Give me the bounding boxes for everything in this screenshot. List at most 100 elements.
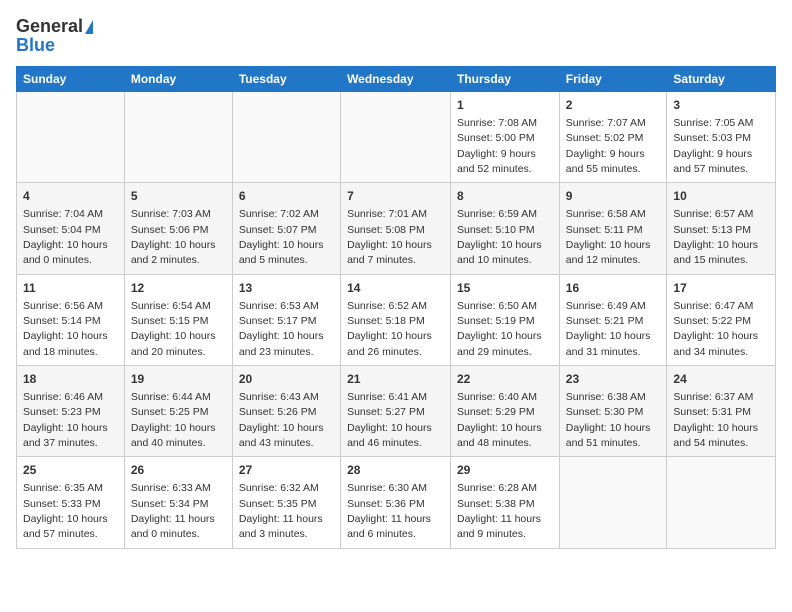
day-number: 10 xyxy=(673,188,769,205)
day-info: Sunrise: 6:43 AM Sunset: 5:26 PM Dayligh… xyxy=(239,391,324,449)
day-info: Sunrise: 6:28 AM Sunset: 5:38 PM Dayligh… xyxy=(457,482,541,540)
day-number: 19 xyxy=(131,371,226,388)
calendar-cell xyxy=(559,457,667,548)
calendar-cell: 16 Sunrise: 6:49 AM Sunset: 5:21 PM Dayli… xyxy=(559,274,667,365)
day-number: 21 xyxy=(347,371,444,388)
calendar-cell: 4 Sunrise: 7:04 AM Sunset: 5:04 PM Daylig… xyxy=(17,183,125,274)
calendar-cell: 12 Sunrise: 6:54 AM Sunset: 5:15 PM Dayli… xyxy=(124,274,232,365)
day-number: 22 xyxy=(457,371,553,388)
calendar-cell: 20 Sunrise: 6:43 AM Sunset: 5:26 PM Dayli… xyxy=(232,366,340,457)
calendar-cell: 7 Sunrise: 7:01 AM Sunset: 5:08 PM Daylig… xyxy=(341,183,451,274)
calendar-cell: 28Sunrise: 6:30 AM Sunset: 5:36 PM Dayli… xyxy=(341,457,451,548)
calendar-cell xyxy=(17,92,125,183)
calendar-cell: 21 Sunrise: 6:41 AM Sunset: 5:27 PM Dayli… xyxy=(341,366,451,457)
week-row-1: 1 Sunrise: 7:08 AM Sunset: 5:00 PM Daylig… xyxy=(17,92,776,183)
day-info: Sunrise: 7:02 AM Sunset: 5:07 PM Dayligh… xyxy=(239,208,324,266)
day-number: 11 xyxy=(23,280,118,297)
logo-blue-text: Blue xyxy=(16,35,55,56)
day-info: Sunrise: 7:01 AM Sunset: 5:08 PM Dayligh… xyxy=(347,208,432,266)
day-info: Sunrise: 6:44 AM Sunset: 5:25 PM Dayligh… xyxy=(131,391,216,449)
day-number: 17 xyxy=(673,280,769,297)
calendar-cell: 19 Sunrise: 6:44 AM Sunset: 5:25 PM Dayli… xyxy=(124,366,232,457)
calendar-cell: 29 Sunrise: 6:28 AM Sunset: 5:38 PM Dayli… xyxy=(451,457,560,548)
day-info: Sunrise: 6:30 AM Sunset: 5:36 PM Dayligh… xyxy=(347,482,431,540)
day-info: Sunrise: 6:35 AM Sunset: 5:33 PM Dayligh… xyxy=(23,482,108,540)
calendar-cell: 14 Sunrise: 6:52 AM Sunset: 5:18 PM Dayli… xyxy=(341,274,451,365)
day-info: Sunrise: 6:52 AM Sunset: 5:18 PM Dayligh… xyxy=(347,300,432,358)
day-number: 16 xyxy=(566,280,661,297)
calendar-cell xyxy=(232,92,340,183)
calendar-cell: 26Sunrise: 6:33 AM Sunset: 5:34 PM Dayli… xyxy=(124,457,232,548)
day-number: 20 xyxy=(239,371,334,388)
calendar-cell: 2 Sunrise: 7:07 AM Sunset: 5:02 PM Daylig… xyxy=(559,92,667,183)
header-day-saturday: Saturday xyxy=(667,67,776,92)
day-number: 29 xyxy=(457,462,553,479)
day-number: 13 xyxy=(239,280,334,297)
day-number: 14 xyxy=(347,280,444,297)
day-number: 25 xyxy=(23,462,118,479)
day-info: Sunrise: 6:53 AM Sunset: 5:17 PM Dayligh… xyxy=(239,300,324,358)
day-info: Sunrise: 6:40 AM Sunset: 5:29 PM Dayligh… xyxy=(457,391,542,449)
day-number: 4 xyxy=(23,188,118,205)
day-info: Sunrise: 6:32 AM Sunset: 5:35 PM Dayligh… xyxy=(239,482,323,540)
header-day-friday: Friday xyxy=(559,67,667,92)
calendar-cell: 10 Sunrise: 6:57 AM Sunset: 5:13 PM Dayli… xyxy=(667,183,776,274)
week-row-5: 25 Sunrise: 6:35 AM Sunset: 5:33 PM Dayli… xyxy=(17,457,776,548)
day-number: 24 xyxy=(673,371,769,388)
calendar-cell: 15 Sunrise: 6:50 AM Sunset: 5:19 PM Dayli… xyxy=(451,274,560,365)
day-number: 18 xyxy=(23,371,118,388)
day-number: 9 xyxy=(566,188,661,205)
calendar-cell: 22 Sunrise: 6:40 AM Sunset: 5:29 PM Dayli… xyxy=(451,366,560,457)
calendar-cell xyxy=(124,92,232,183)
page-header: General Blue xyxy=(16,16,776,56)
day-info: Sunrise: 7:03 AM Sunset: 5:06 PM Dayligh… xyxy=(131,208,216,266)
logo: General Blue xyxy=(16,16,93,56)
day-info: Sunrise: 6:50 AM Sunset: 5:19 PM Dayligh… xyxy=(457,300,542,358)
day-info: Sunrise: 6:49 AM Sunset: 5:21 PM Dayligh… xyxy=(566,300,651,358)
day-info: Sunrise: 6:46 AM Sunset: 5:23 PM Dayligh… xyxy=(23,391,108,449)
day-number: 12 xyxy=(131,280,226,297)
day-info: Sunrise: 7:04 AM Sunset: 5:04 PM Dayligh… xyxy=(23,208,108,266)
day-info: Sunrise: 6:57 AM Sunset: 5:13 PM Dayligh… xyxy=(673,208,758,266)
day-number: 7 xyxy=(347,188,444,205)
calendar-cell: 27 Sunrise: 6:32 AM Sunset: 5:35 PM Dayli… xyxy=(232,457,340,548)
day-info: Sunrise: 6:37 AM Sunset: 5:31 PM Dayligh… xyxy=(673,391,758,449)
calendar-cell: 13 Sunrise: 6:53 AM Sunset: 5:17 PM Dayli… xyxy=(232,274,340,365)
day-number: 2 xyxy=(566,97,661,114)
calendar-table: SundayMondayTuesdayWednesdayThursdayFrid… xyxy=(16,66,776,549)
day-info: Sunrise: 6:41 AM Sunset: 5:27 PM Dayligh… xyxy=(347,391,432,449)
header-day-monday: Monday xyxy=(124,67,232,92)
header-day-thursday: Thursday xyxy=(451,67,560,92)
calendar-cell: 23Sunrise: 6:38 AM Sunset: 5:30 PM Dayli… xyxy=(559,366,667,457)
day-info: Sunrise: 7:05 AM Sunset: 5:03 PM Dayligh… xyxy=(673,117,753,175)
calendar-cell: 6 Sunrise: 7:02 AM Sunset: 5:07 PM Daylig… xyxy=(232,183,340,274)
calendar-cell: 11Sunrise: 6:56 AM Sunset: 5:14 PM Dayli… xyxy=(17,274,125,365)
week-row-3: 11Sunrise: 6:56 AM Sunset: 5:14 PM Dayli… xyxy=(17,274,776,365)
header-day-tuesday: Tuesday xyxy=(232,67,340,92)
header-day-wednesday: Wednesday xyxy=(341,67,451,92)
day-info: Sunrise: 6:47 AM Sunset: 5:22 PM Dayligh… xyxy=(673,300,758,358)
calendar-cell: 9Sunrise: 6:58 AM Sunset: 5:11 PM Daylig… xyxy=(559,183,667,274)
day-number: 5 xyxy=(131,188,226,205)
calendar-cell xyxy=(341,92,451,183)
week-row-2: 4 Sunrise: 7:04 AM Sunset: 5:04 PM Daylig… xyxy=(17,183,776,274)
calendar-cell xyxy=(667,457,776,548)
day-number: 8 xyxy=(457,188,553,205)
day-info: Sunrise: 6:33 AM Sunset: 5:34 PM Dayligh… xyxy=(131,482,215,540)
calendar-cell: 5 Sunrise: 7:03 AM Sunset: 5:06 PM Daylig… xyxy=(124,183,232,274)
calendar-cell: 17 Sunrise: 6:47 AM Sunset: 5:22 PM Dayli… xyxy=(667,274,776,365)
week-row-4: 18 Sunrise: 6:46 AM Sunset: 5:23 PM Dayli… xyxy=(17,366,776,457)
day-info: Sunrise: 6:54 AM Sunset: 5:15 PM Dayligh… xyxy=(131,300,216,358)
calendar-cell: 3Sunrise: 7:05 AM Sunset: 5:03 PM Daylig… xyxy=(667,92,776,183)
logo-triangle-icon xyxy=(85,20,93,34)
day-number: 6 xyxy=(239,188,334,205)
day-number: 15 xyxy=(457,280,553,297)
day-info: Sunrise: 7:07 AM Sunset: 5:02 PM Dayligh… xyxy=(566,117,646,175)
calendar-cell: 8 Sunrise: 6:59 AM Sunset: 5:10 PM Daylig… xyxy=(451,183,560,274)
day-info: Sunrise: 7:08 AM Sunset: 5:00 PM Dayligh… xyxy=(457,117,537,175)
calendar-cell: 24 Sunrise: 6:37 AM Sunset: 5:31 PM Dayli… xyxy=(667,366,776,457)
day-number: 27 xyxy=(239,462,334,479)
day-number: 1 xyxy=(457,97,553,114)
day-info: Sunrise: 6:59 AM Sunset: 5:10 PM Dayligh… xyxy=(457,208,542,266)
calendar-cell: 25 Sunrise: 6:35 AM Sunset: 5:33 PM Dayli… xyxy=(17,457,125,548)
